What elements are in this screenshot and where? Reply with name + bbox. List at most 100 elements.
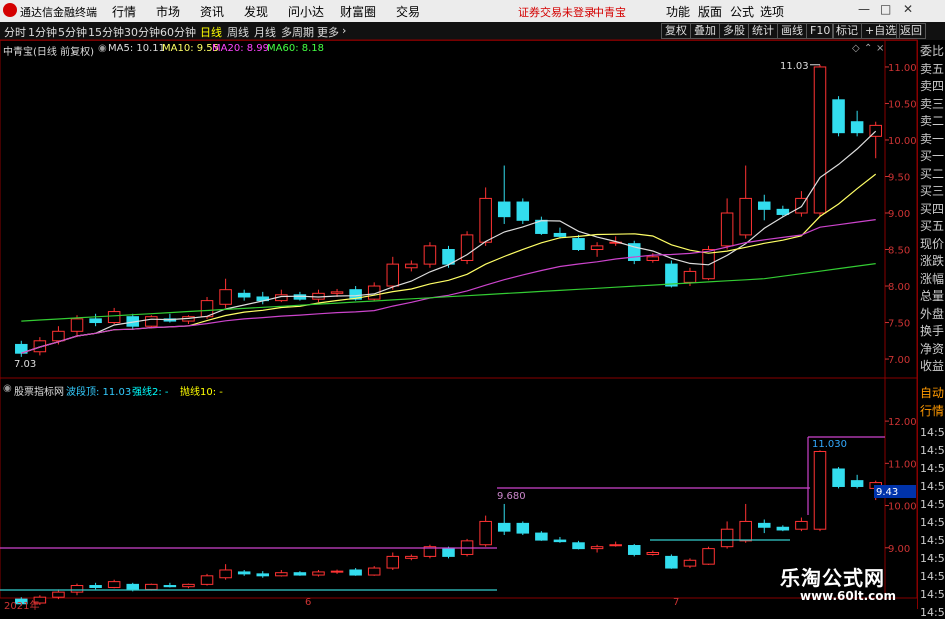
side-item-12[interactable]: 涨跌 <box>920 252 944 269</box>
sub-candle-body-20 <box>386 555 400 569</box>
side-item-6[interactable]: 买一 <box>920 147 944 164</box>
side-time-9: 14:5 <box>920 588 945 601</box>
candle-body-0 <box>15 343 28 354</box>
menu-hangqing[interactable]: 行情 <box>112 3 136 20</box>
period-30min[interactable]: 30分钟 <box>124 24 160 40</box>
period-60min[interactable]: 60分钟 <box>160 24 196 40</box>
period-5min[interactable]: 5分钟 <box>58 24 87 40</box>
side-item-8[interactable]: 买三 <box>920 182 944 199</box>
side-item-4[interactable]: 卖二 <box>920 112 944 129</box>
ma60-line <box>21 263 876 322</box>
side-item-14[interactable]: 总量 <box>920 287 944 304</box>
price-tag-label: 9.43 <box>876 487 898 498</box>
period-1min[interactable]: 1分钟 <box>28 24 57 40</box>
side-item-9[interactable]: 买四 <box>920 200 944 217</box>
candle-body-46 <box>869 124 882 137</box>
candle-body-43 <box>813 66 827 214</box>
candle-body-10 <box>200 300 214 318</box>
date-6: 6 <box>305 597 312 608</box>
btn-duogu[interactable]: 多股 <box>719 23 749 39</box>
side-item-16[interactable]: 换手 <box>920 322 944 339</box>
candle-body-24 <box>460 234 474 261</box>
btn-zixuan[interactable]: +自选 <box>861 23 901 39</box>
main-axis-label-7: 7.50 <box>888 319 910 330</box>
side-item-3[interactable]: 卖三 <box>920 95 944 112</box>
close-panel-icon[interactable]: × <box>876 43 884 54</box>
menu-faxian[interactable]: 发现 <box>244 3 268 20</box>
btn-diejia[interactable]: 叠加 <box>690 23 720 39</box>
menu-zixun[interactable]: 资讯 <box>200 3 224 20</box>
sub-candle-body-22 <box>423 546 437 557</box>
side-bottom-1[interactable]: 行情 <box>920 402 944 419</box>
menu-wenxiaoda[interactable]: 问小达 <box>288 3 324 20</box>
sub-candle-body-3 <box>70 585 84 593</box>
side-item-13[interactable]: 涨幅 <box>920 270 944 287</box>
sub-candle-body-8 <box>163 585 177 588</box>
side-item-18[interactable]: 收益 <box>920 357 944 374</box>
close-icon[interactable]: ✕ <box>903 2 913 16</box>
sub-settings-icon[interactable]: ◉ <box>3 383 12 394</box>
ma-lines: 11.03 7.03 <box>14 61 877 370</box>
period-weekly[interactable]: 周线 <box>227 24 249 40</box>
diamond-icon[interactable]: ◇ <box>852 43 860 54</box>
side-time-1: 14:5 <box>920 444 945 457</box>
side-item-17[interactable]: 净资 <box>920 340 944 357</box>
side-item-0[interactable]: 委比 <box>920 42 944 59</box>
candle-body-29 <box>553 232 567 237</box>
period-more[interactable]: 更多 <box>317 24 339 40</box>
sub-candle-body-7 <box>145 583 158 590</box>
menu-jiaoyi[interactable]: 交易 <box>396 3 420 20</box>
sub-candle-body-30 <box>572 542 585 550</box>
period-multi[interactable]: 多周期 <box>281 24 314 40</box>
sub-axis-label-2: 10.00 <box>888 502 917 513</box>
sub-axis-label-3: 9.00 <box>888 544 910 555</box>
sub-candle-body-19 <box>367 567 381 576</box>
side-bottom-0[interactable]: 自动 <box>920 384 944 401</box>
btn-biaoji[interactable]: 标记 <box>832 23 862 39</box>
btn-fanhui[interactable]: 返回 <box>896 23 926 39</box>
side-item-7[interactable]: 买二 <box>920 165 944 182</box>
period-daily[interactable]: 日线 <box>200 24 222 40</box>
minimize-icon[interactable]: — <box>858 2 870 16</box>
more-chevron-icon[interactable]: › <box>342 24 346 37</box>
menu-xuanxiang[interactable]: 选项 <box>760 3 784 20</box>
sub-candle-body-18 <box>349 569 362 576</box>
login-warning[interactable]: 证券交易未登录 <box>518 4 595 20</box>
main-axis-label-1: 10.50 <box>888 99 917 110</box>
side-time-5: 14:5 <box>920 516 945 529</box>
btn-fuquan[interactable]: 复权 <box>661 23 691 39</box>
menu-shichang[interactable]: 市场 <box>156 3 180 20</box>
indicator-qiangxian: 强线2: - <box>132 387 169 398</box>
period-15min[interactable]: 15分钟 <box>88 24 124 40</box>
expand-icon[interactable]: ⌃ <box>864 43 872 54</box>
menu-banmian[interactable]: 版面 <box>698 3 722 20</box>
side-item-11[interactable]: 现价 <box>920 235 944 252</box>
btn-f10[interactable]: F10 <box>806 23 835 39</box>
side-item-5[interactable]: 卖一 <box>920 130 944 147</box>
menu-gongneng[interactable]: 功能 <box>666 3 690 20</box>
btn-huaxian[interactable]: 画线 <box>777 23 807 39</box>
side-item-1[interactable]: 卖五 <box>920 60 944 77</box>
candle-body-37 <box>702 249 715 280</box>
side-time-7: 14:5 <box>920 552 945 565</box>
settings-icon[interactable]: ◉ <box>98 43 107 54</box>
side-time-10: 14:5 <box>920 606 945 619</box>
menu-gongshi[interactable]: 公式 <box>730 3 754 20</box>
menu-caifuquan[interactable]: 财富圈 <box>340 3 376 20</box>
btn-tongji[interactable]: 统计 <box>748 23 778 39</box>
sub-candle-body-17 <box>330 570 344 573</box>
side-item-10[interactable]: 买五 <box>920 217 944 234</box>
main-frame <box>0 39 918 379</box>
sub-candle-body-14 <box>275 572 288 577</box>
sub-candle-body-31 <box>590 546 604 550</box>
sub-candle-body-40 <box>758 522 771 528</box>
sub-candle-body-43 <box>813 451 827 530</box>
maximize-icon[interactable]: □ <box>880 2 891 16</box>
side-item-15[interactable]: 外盘 <box>920 305 944 322</box>
side-item-2[interactable]: 卖四 <box>920 77 944 94</box>
sub-candle-body-6 <box>126 583 139 590</box>
sub-candle-body-44 <box>832 468 845 487</box>
period-fenshi[interactable]: 分时 <box>4 24 26 40</box>
period-monthly[interactable]: 月线 <box>254 24 276 40</box>
candle-body-17 <box>330 291 344 294</box>
